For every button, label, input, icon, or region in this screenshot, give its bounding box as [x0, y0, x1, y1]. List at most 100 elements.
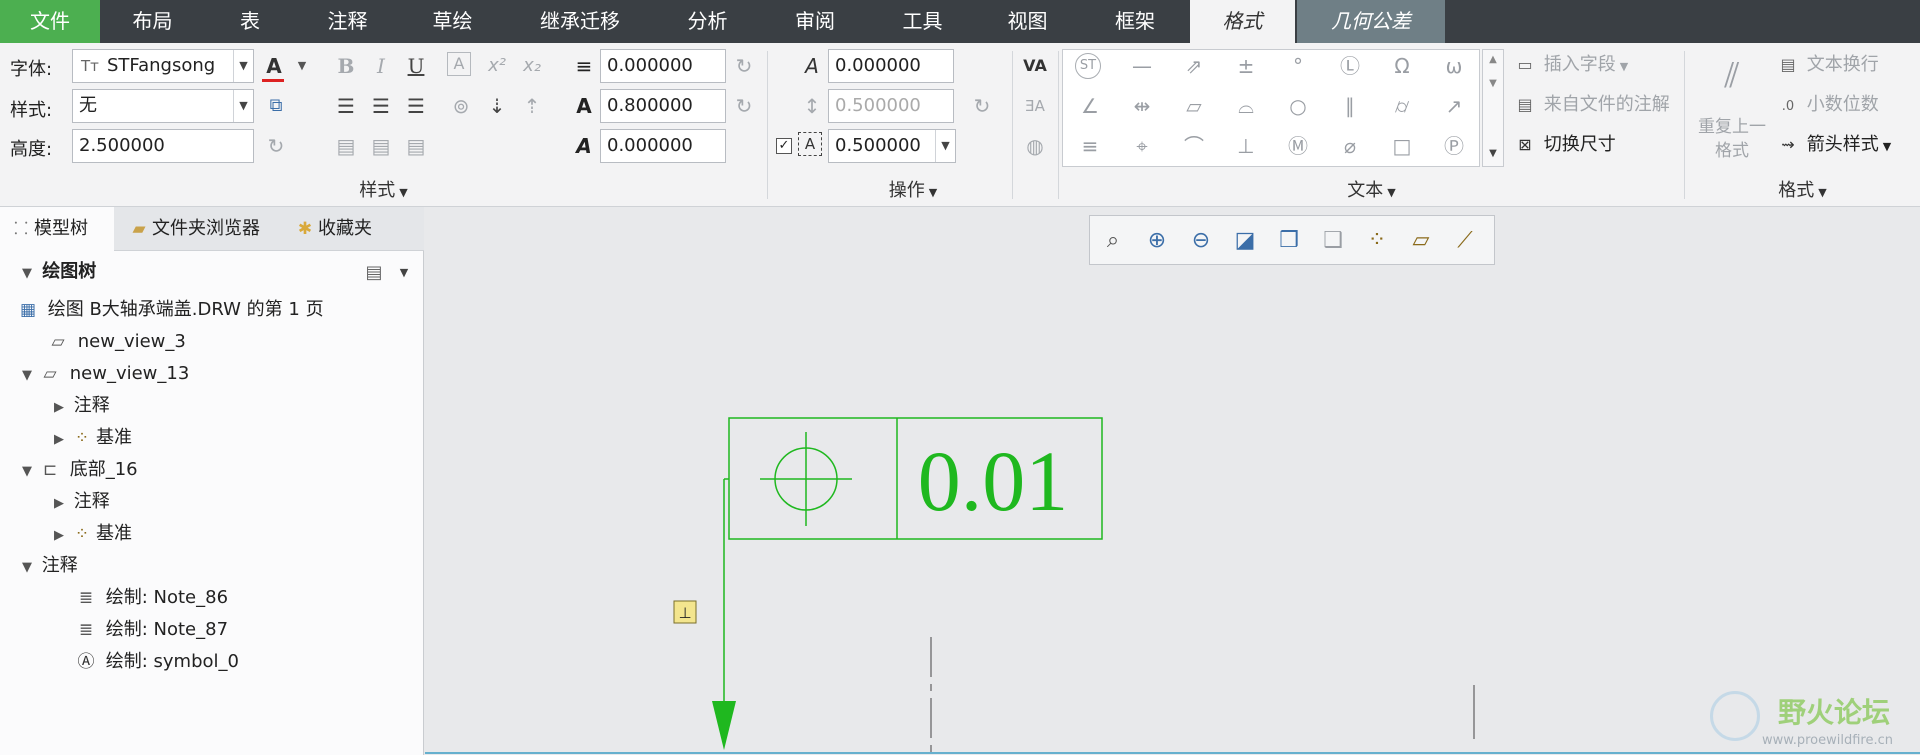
- between-icon[interactable]: ⇹: [1127, 91, 1157, 121]
- reset-spacing-icon[interactable]: ↻: [968, 92, 996, 120]
- justify-bottom-icon[interactable]: ▤: [402, 132, 430, 160]
- arrow-style-button[interactable]: ⇝ 箭头样式 ▼: [1775, 133, 1891, 159]
- group-format-button[interactable]: 格式 ▼: [1685, 177, 1920, 205]
- tree-item-datums[interactable]: ▶ ⁘ 基准: [50, 423, 132, 453]
- decimal-places-button[interactable]: .0 小数位数: [1775, 93, 1879, 119]
- saved-orientations-icon[interactable]: ❑: [1316, 224, 1350, 258]
- reset-width-icon[interactable]: ↻: [730, 92, 758, 120]
- repaint-icon[interactable]: ◪: [1228, 224, 1262, 258]
- align-bottom-icon[interactable]: ⇣: [483, 92, 511, 120]
- font-select[interactable]: Tт STFangsong ▼: [72, 49, 254, 83]
- text-color-icon[interactable]: A: [260, 52, 288, 80]
- tab-framework[interactable]: 框架: [1080, 0, 1190, 43]
- tree-item-annotations[interactable]: ▶ 注释: [50, 487, 110, 517]
- align-center-icon[interactable]: ☰: [367, 92, 395, 120]
- style-select[interactable]: 无 ▼: [72, 89, 254, 123]
- tree-item-drawing-sheet[interactable]: ▦ 绘图 B大轴承端盖.DRW 的第 1 页: [14, 295, 324, 325]
- tree-settings-dropdown-icon[interactable]: ▼: [390, 259, 418, 287]
- symmetry-icon[interactable]: ≡: [1075, 131, 1105, 161]
- zoom-in-icon[interactable]: ⊕: [1140, 224, 1174, 258]
- mirror-text-icon[interactable]: ƎA: [1021, 92, 1049, 120]
- tab-table[interactable]: 表: [205, 0, 295, 43]
- copy-style-icon[interactable]: ⧉: [262, 92, 290, 120]
- square-icon[interactable]: □: [1387, 131, 1417, 161]
- text-wrap-button[interactable]: ▤ 文本换行: [1775, 53, 1878, 77]
- tree-header[interactable]: ▼ 绘图树: [18, 257, 96, 287]
- align-baseline-icon[interactable]: ⊚: [447, 92, 475, 120]
- tab-favorites[interactable]: ✱ 收藏夹: [284, 207, 404, 251]
- frame-text-icon[interactable]: A: [447, 52, 471, 76]
- tree-item-annotations[interactable]: ▼ 注释: [18, 551, 78, 581]
- flatness-icon[interactable]: ▱: [1179, 91, 1209, 121]
- toggle-dimension-button[interactable]: ⊠ 切换尺寸: [1512, 133, 1615, 157]
- note-from-file-button[interactable]: ▤ 来自文件的注解: [1512, 93, 1669, 117]
- position-icon[interactable]: ⌖: [1127, 131, 1157, 161]
- straightness-icon[interactable]: —: [1127, 51, 1157, 81]
- lmc-icon[interactable]: Ⓛ: [1335, 51, 1365, 81]
- tab-tools[interactable]: 工具: [870, 0, 975, 43]
- frame-offset-select[interactable]: 0.500000 ▼: [828, 129, 956, 163]
- kerning-icon[interactable]: VA: [1021, 52, 1049, 80]
- justify-top-icon[interactable]: ▤: [332, 132, 360, 160]
- omega-lower-icon[interactable]: ω: [1439, 51, 1469, 81]
- repeat-last-format-icon[interactable]: ⫽: [1702, 51, 1762, 101]
- tab-layout[interactable]: 布局: [100, 0, 205, 43]
- line-thickness-field[interactable]: 0.000000: [600, 49, 726, 83]
- statistical-tolerance-icon[interactable]: ST: [1075, 53, 1101, 79]
- align-right-icon[interactable]: ☰: [402, 92, 430, 120]
- perpendicularity-icon[interactable]: ⊥: [1231, 131, 1261, 161]
- plus-minus-icon[interactable]: ±: [1231, 51, 1261, 81]
- tab-view[interactable]: 视图: [975, 0, 1080, 43]
- width-factor-field[interactable]: 0.800000: [600, 89, 726, 123]
- justify-middle-icon[interactable]: ▤: [367, 132, 395, 160]
- circular-runout-icon[interactable]: ↗: [1439, 91, 1469, 121]
- tab-file[interactable]: 文件: [0, 0, 100, 43]
- text-color-dropdown-icon[interactable]: ▼: [288, 52, 316, 80]
- underline-icon[interactable]: U: [402, 52, 430, 80]
- degree-icon[interactable]: °: [1283, 51, 1313, 81]
- tree-item-symbol[interactable]: Ⓐ 绘制: symbol_0: [72, 647, 239, 677]
- group-style-button[interactable]: 样式 ▼: [0, 177, 767, 205]
- tree-item-view[interactable]: ▼ ▱ new_view_13: [18, 359, 189, 389]
- line-spacing-field[interactable]: 0.500000: [828, 89, 954, 123]
- tree-item-note[interactable]: ≣ 绘制: Note_86: [72, 583, 228, 613]
- scroll-up-icon[interactable]: ▲: [1483, 50, 1503, 70]
- scroll-down-icon[interactable]: ▼: [1483, 74, 1503, 94]
- cylindricity-icon[interactable]: ⌭: [1387, 91, 1417, 121]
- hyperlink-icon[interactable]: ◍: [1021, 132, 1049, 160]
- tab-folder-browser[interactable]: ▰ 文件夹浏览器: [118, 207, 278, 251]
- tab-legacy-migration[interactable]: 继承迁移: [505, 0, 655, 43]
- reset-height-icon[interactable]: ↻: [262, 132, 290, 160]
- diameter-icon[interactable]: ⌀: [1335, 131, 1365, 161]
- display-style-icon[interactable]: ❒: [1272, 224, 1306, 258]
- slant-angle-field[interactable]: 0.000000: [600, 129, 726, 163]
- angularity-icon[interactable]: ∠: [1075, 91, 1105, 121]
- surface-profile-icon[interactable]: ⌓: [1231, 91, 1261, 121]
- insert-field-button[interactable]: ▭ 插入字段 ▼: [1512, 53, 1628, 79]
- tab-annotate[interactable]: 注释: [295, 0, 400, 43]
- omega-icon[interactable]: Ω: [1387, 51, 1417, 81]
- reset-thickness-icon[interactable]: ↻: [730, 52, 758, 80]
- text-angle-field[interactable]: 0.000000: [828, 49, 954, 83]
- height-field[interactable]: 2.500000: [72, 129, 254, 163]
- tree-item-datums[interactable]: ▶ ⁘ 基准: [50, 519, 132, 549]
- tree-item-view[interactable]: ▼ ⊏ 底部_16: [18, 455, 138, 485]
- repeat-last-format-label[interactable]: 重复上一 格式: [1690, 115, 1774, 163]
- tree-settings-icon[interactable]: ▤: [360, 259, 388, 287]
- refit-icon[interactable]: ⌕: [1096, 224, 1130, 258]
- italic-icon[interactable]: I: [367, 52, 395, 80]
- tab-analysis[interactable]: 分析: [655, 0, 760, 43]
- projected-zone-icon[interactable]: Ⓟ: [1439, 131, 1469, 161]
- tab-review[interactable]: 审阅: [760, 0, 870, 43]
- tab-geometric-tolerance[interactable]: 几何公差: [1297, 0, 1445, 43]
- bold-icon[interactable]: B: [332, 52, 360, 80]
- tab-format[interactable]: 格式: [1190, 0, 1295, 43]
- group-operations-button[interactable]: 操作 ▼: [768, 177, 1058, 205]
- align-top-icon[interactable]: ⇡: [518, 92, 546, 120]
- align-left-icon[interactable]: ☰: [332, 92, 360, 120]
- zoom-out-icon[interactable]: ⊖: [1184, 224, 1218, 258]
- subscript-icon[interactable]: x₂: [518, 52, 546, 80]
- line-profile-icon[interactable]: ⌒: [1179, 131, 1209, 161]
- tab-sketch[interactable]: 草绘: [400, 0, 505, 43]
- palette-expand-icon[interactable]: ▼: [1483, 144, 1503, 164]
